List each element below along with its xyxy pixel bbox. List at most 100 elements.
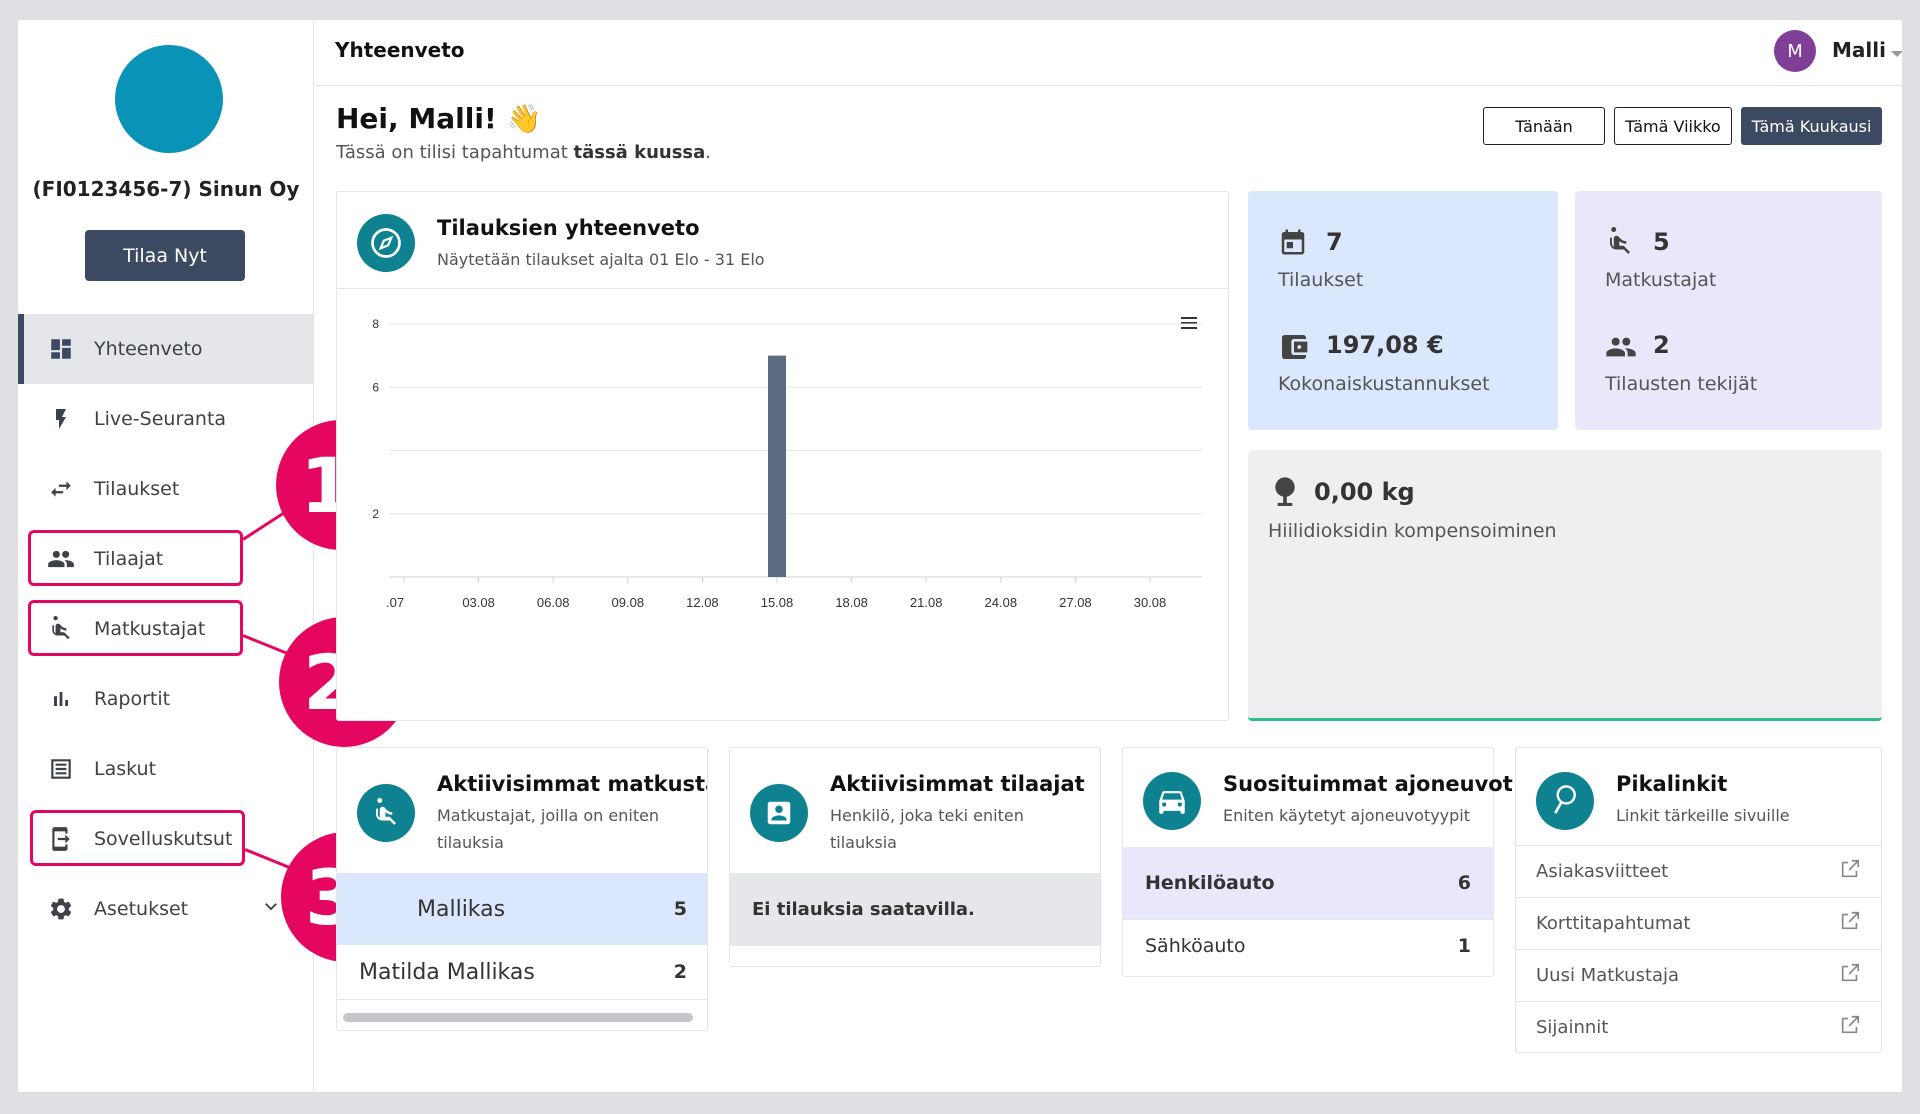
table-row[interactable]: Sähköauto 1 — [1123, 919, 1493, 971]
sidebar-item-yhteenveto[interactable]: Yhteenveto — [18, 314, 314, 384]
orders-bar-chart: 2 6 8 .07 03.08 06.08 09.08 12.08 15.08 18.08 21.0… — [372, 317, 1202, 610]
highlight-matkustajat — [28, 600, 243, 656]
range-week-button[interactable]: Tämä Viikko — [1614, 107, 1732, 145]
wheelchair-icon — [1605, 226, 1635, 262]
orders-cost-stats: 7 Tilaukset 197,08 € Kokonaiskustannukse… — [1248, 191, 1558, 430]
passengers-count: 5 — [1653, 228, 1670, 256]
y-tick-label: 6 — [372, 380, 379, 394]
external-link-icon — [1839, 962, 1861, 989]
invoice-list-icon — [46, 754, 76, 784]
greeting-sub-prefix: Tässä on tilisi tapahtumat — [336, 142, 574, 163]
orders-summary-card: Tilauksien yhteenveto Näytetään tilaukse… — [336, 191, 1229, 721]
chevron-down-icon[interactable] — [262, 897, 280, 920]
y-tick-label: 8 — [372, 317, 379, 331]
topbar: Yhteenveto M Malli — [315, 20, 1902, 86]
passenger-count: 5 — [673, 898, 687, 920]
orders-count-label: Tilaukset — [1278, 269, 1364, 291]
sidebar-item-label: Asetukset — [94, 898, 189, 920]
table-row[interactable]: Matilda Mallikas 2 — [337, 945, 707, 1000]
total-cost: 197,08 € — [1326, 331, 1444, 359]
table-row[interactable]: Henkilöauto 6 — [1123, 847, 1493, 919]
car-icon — [1143, 772, 1201, 830]
quick-link-label: Uusi Matkustaja — [1536, 965, 1680, 986]
avatar[interactable]: M — [1774, 30, 1816, 72]
passenger-count: 2 — [673, 961, 687, 983]
table-row[interactable]: Mallikas 5 — [337, 873, 707, 945]
x-tick-label: .07 — [386, 595, 404, 610]
quick-link[interactable]: Korttitapahtumat — [1516, 897, 1881, 949]
tree-icon — [1270, 475, 1300, 513]
highlight-sovelluskutsut — [30, 810, 245, 866]
orderers-count: 2 — [1653, 331, 1670, 359]
passengers-orderers-stats: 5 Matkustajat 2 Tilausten tekijät — [1575, 191, 1882, 430]
range-today-button[interactable]: Tänään — [1483, 107, 1605, 145]
user-name[interactable]: Malli — [1832, 38, 1886, 62]
swap-arrows-icon — [46, 474, 76, 504]
x-tick-label: 18.08 — [835, 595, 868, 610]
vehicle-count: 6 — [1457, 872, 1471, 894]
co2-label: Hiilidioksidin kompensoiminen — [1268, 520, 1557, 542]
quick-link-label: Sijainnit — [1536, 1017, 1609, 1038]
greeting-subtitle: Tässä on tilisi tapahtumat tässä kuussa. — [336, 142, 711, 163]
orders-card-title: Tilauksien yhteenveto — [437, 216, 700, 240]
passenger-name: Mallikas — [417, 896, 506, 922]
greeting-title: Hei, Malli! 👋 — [336, 102, 542, 135]
wallet-icon — [1278, 331, 1310, 367]
sidebar-item-raportit[interactable]: Raportit — [18, 664, 314, 734]
window-bottom-edge — [18, 1092, 1902, 1114]
orderers-count-label: Tilausten tekijät — [1605, 373, 1758, 395]
quick-link-label: Asiakasviitteet — [1536, 861, 1669, 882]
quick-link[interactable]: Sijainnit — [1516, 1001, 1881, 1053]
bolt-icon — [46, 404, 76, 434]
wheelchair-icon — [357, 784, 415, 842]
people-icon — [1605, 331, 1637, 367]
popular-vehicles-card: Suosituimmat ajoneuvot Eniten käytetyt a… — [1122, 747, 1513, 977]
account-box-icon — [750, 784, 808, 842]
sidebar-item-laskut[interactable]: Laskut — [18, 734, 314, 804]
co2-value: 0,00 kg — [1314, 478, 1415, 506]
quick-links-title: Pikalinkit — [1616, 772, 1728, 796]
x-tick-label: 27.08 — [1059, 595, 1092, 610]
co2-compensation-card: 0,00 kg Hiilidioksidin kompensoiminen — [1248, 450, 1882, 721]
quick-link[interactable]: Asiakasviitteet — [1516, 845, 1881, 897]
bar-chart-icon — [46, 684, 76, 714]
x-tick-label: 15.08 — [761, 595, 794, 610]
sidebar-item-tilaukset[interactable]: Tilaukset — [18, 454, 314, 524]
external-link-icon — [1839, 1014, 1861, 1041]
active-orderers-card: Aktiivisimmat tilaajat Henkilö, joka tek… — [729, 747, 1101, 967]
sidebar: (FI0123456-7) Sinun Oy Tilaa Nyt Yhteenv… — [18, 20, 314, 1096]
range-month-button[interactable]: Tämä Kuukausi — [1741, 107, 1882, 145]
quick-link-label: Korttitapahtumat — [1536, 913, 1691, 934]
horizontal-scrollbar[interactable] — [343, 1013, 693, 1022]
passenger-name: Matilda Mallikas — [359, 959, 535, 985]
chart-bar[interactable] — [768, 355, 786, 577]
app-window: (FI0123456-7) Sinun Oy Tilaa Nyt Yhteenv… — [18, 20, 1902, 1096]
total-cost-label: Kokonaiskustannukset — [1278, 373, 1490, 395]
order-now-button[interactable]: Tilaa Nyt — [85, 230, 245, 281]
vehicles-title: Suosituimmat ajoneuvot — [1223, 772, 1513, 796]
greeting-sub-bold: tässä kuussa — [573, 142, 706, 163]
x-tick-label: 06.08 — [537, 595, 570, 610]
page-title: Yhteenveto — [335, 38, 465, 62]
vehicle-name: Henkilöauto — [1145, 872, 1275, 894]
y-tick-label: 2 — [372, 507, 379, 521]
x-tick-label: 09.08 — [612, 595, 645, 610]
sidebar-item-label: Raportit — [94, 688, 171, 710]
x-tick-label: 03.08 — [462, 595, 495, 610]
sidebar-item-live-seuranta[interactable]: Live-Seuranta — [18, 384, 314, 454]
x-tick-label: 24.08 — [985, 595, 1018, 610]
vehicle-name: Sähköauto — [1145, 934, 1246, 957]
vehicles-subtitle: Eniten käytetyt ajoneuvotyypit — [1223, 806, 1471, 825]
gear-icon — [46, 894, 76, 924]
company-logo — [115, 45, 223, 153]
caret-down-icon[interactable] — [1890, 44, 1902, 63]
highlight-tilaajat — [28, 530, 243, 586]
sidebar-item-label: Yhteenveto — [94, 338, 203, 360]
calendar-icon — [1278, 226, 1308, 262]
magnifier-icon — [1536, 772, 1594, 830]
quick-link[interactable]: Uusi Matkustaja — [1516, 949, 1881, 1001]
dashboard-icon — [46, 334, 76, 364]
x-tick-label: 30.08 — [1134, 595, 1167, 610]
sidebar-item-asetukset[interactable]: Asetukset — [18, 874, 314, 944]
orders-count: 7 — [1326, 228, 1343, 256]
